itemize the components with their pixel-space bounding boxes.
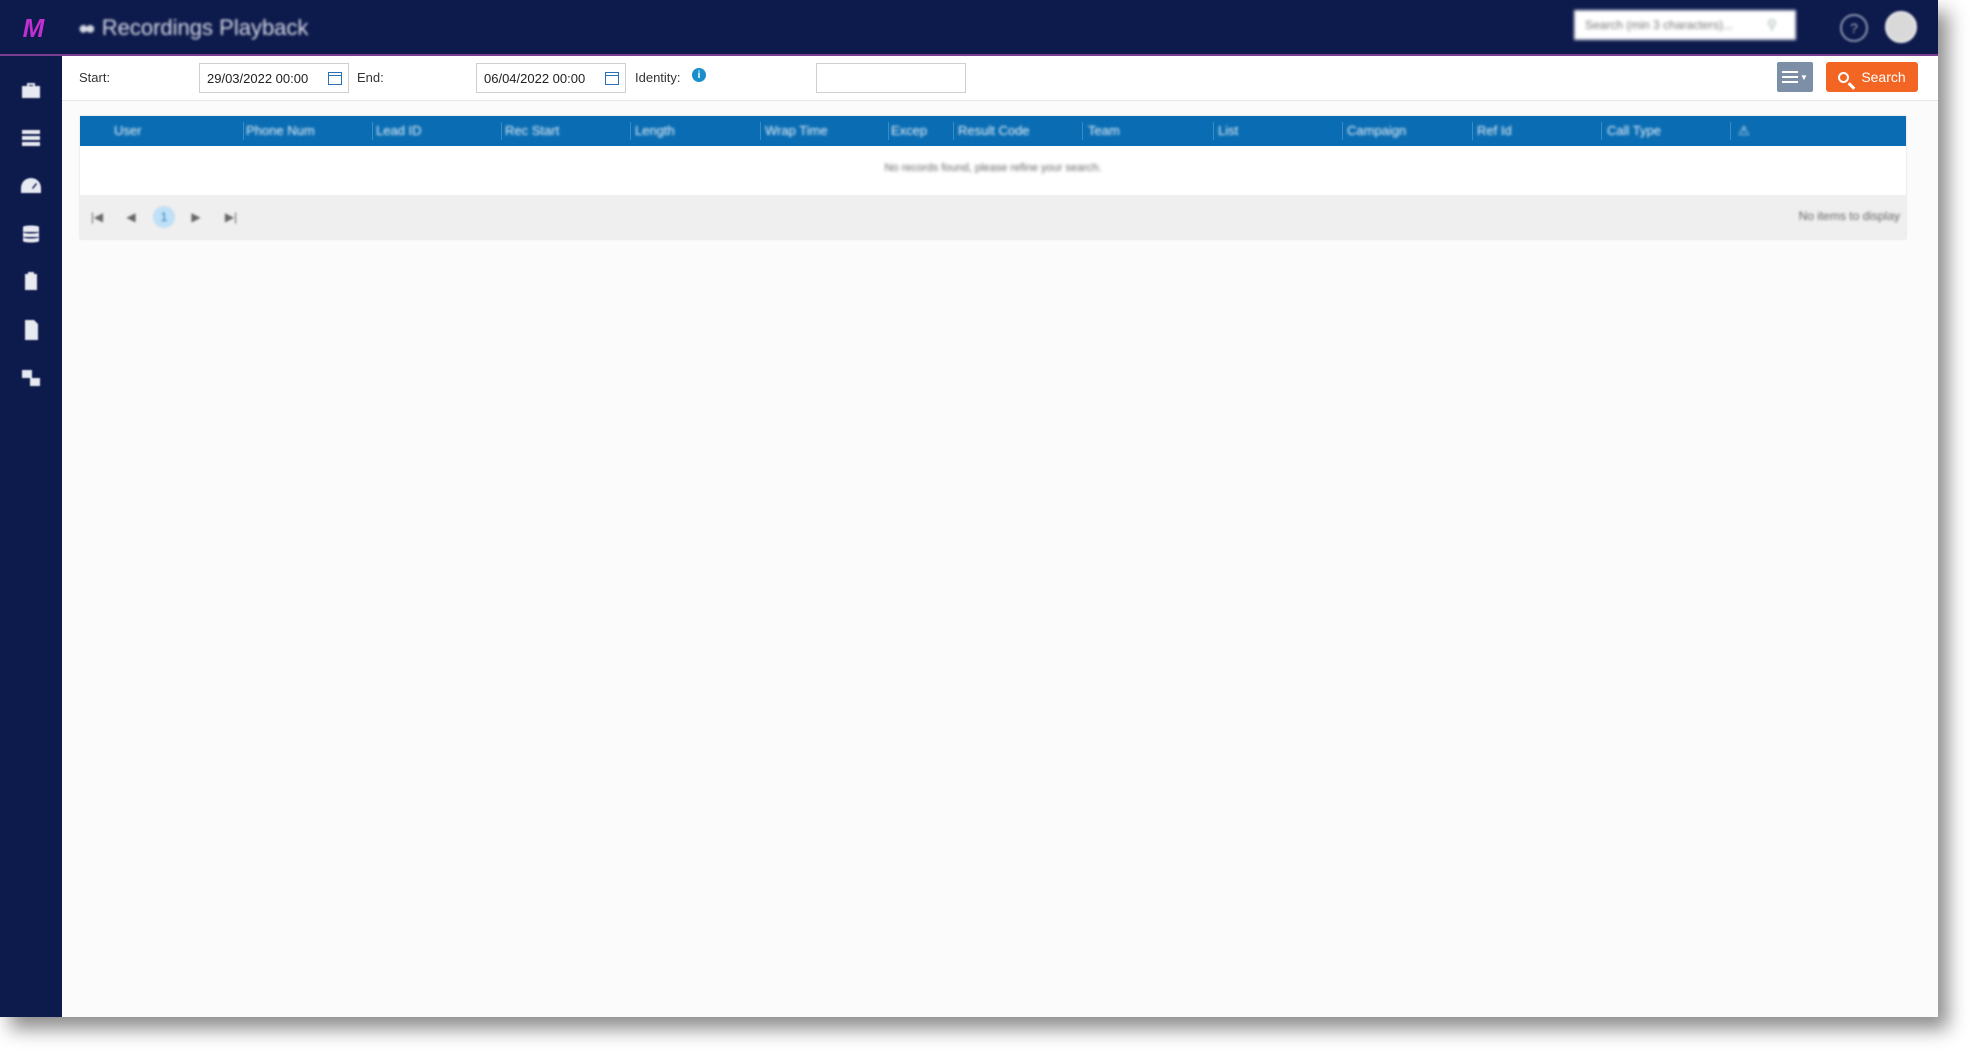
briefcase-icon [22,83,40,98]
sidebar-item-briefcase[interactable] [12,71,50,109]
recordings-grid: User Phone Num Lead ID Rec Start Length … [80,116,1906,239]
page-title-text: Recordings Playback [101,15,309,40]
global-search-input[interactable] [1583,17,1767,33]
next-page-icon[interactable]: ▶ [185,206,207,228]
column-header-lead-id[interactable]: Lead ID [376,116,422,146]
grid-pager: |◀ ◀ 1 ▶ ▶| No items to display [80,195,1906,239]
list-icon [22,130,40,146]
identity-field[interactable] [816,63,969,94]
document-icon [25,320,38,340]
info-icon[interactable]: i [692,68,706,82]
sidebar-item-contacts[interactable] [12,263,50,301]
identity-input[interactable] [817,64,969,94]
end-label: End: [357,70,384,85]
column-header-length[interactable]: Length [635,116,675,146]
column-header-excep[interactable]: Excep [891,116,927,146]
app-logo[interactable]: M [12,13,52,43]
grid-header: User Phone Num Lead ID Rec Start Length … [80,116,1906,146]
last-page-icon[interactable]: ▶| [220,206,242,228]
column-header-wrap-time[interactable]: Wrap Time [765,116,828,146]
search-button[interactable]: Search [1826,62,1918,92]
user-avatar[interactable] [1885,11,1917,43]
top-bar: M ●● Recordings Playback ⚲ ? [0,0,1938,56]
calendar-icon[interactable] [605,71,619,85]
column-header-rec-start[interactable]: Rec Start [505,116,559,146]
sidebar [0,56,62,1017]
end-date-value[interactable]: 06/04/2022 00:00 [477,71,605,86]
sidebar-item-document[interactable] [12,311,50,349]
global-search[interactable]: ⚲ [1574,10,1796,40]
column-header-ref-id[interactable]: Ref Id [1477,116,1512,146]
first-page-icon[interactable]: |◀ [86,206,108,228]
calendar-icon[interactable] [328,71,342,85]
help-icon: ? [1850,20,1858,36]
column-header-list[interactable]: List [1218,116,1238,146]
column-header-call-type[interactable]: Call Type [1607,116,1661,146]
pager-info: No items to display [1798,209,1900,223]
sidebar-item-list[interactable] [12,119,50,157]
start-date-picker[interactable]: 29/03/2022 00:00 [199,63,349,93]
contacts-icon [25,272,37,290]
column-chooser-button[interactable]: ▼ [1777,62,1813,92]
end-date-picker[interactable]: 06/04/2022 00:00 [476,63,626,93]
chevron-down-icon: ▼ [1800,72,1808,82]
warning-icon[interactable]: ⚠ [1738,116,1750,146]
column-header-team[interactable]: Team [1088,116,1120,146]
help-button[interactable]: ? [1840,14,1868,42]
sidebar-item-dashboard[interactable] [12,167,50,205]
columns-icon [1782,71,1799,83]
column-header-user[interactable]: User [114,116,141,146]
sidebar-item-database[interactable] [12,215,50,253]
filter-bar: Start: 29/03/2022 00:00 End: 06/04/2022 … [62,56,1938,101]
start-label: Start: [79,70,111,85]
start-date-value[interactable]: 29/03/2022 00:00 [200,71,328,86]
empty-grid-message: No records found, please refine your sea… [884,162,1102,174]
dashboard-icon [21,178,41,193]
page-number-current[interactable]: 1 [153,206,175,228]
previous-page-icon[interactable]: ◀ [120,206,142,228]
column-header-campaign[interactable]: Campaign [1347,116,1406,146]
search-icon [1838,71,1850,83]
search-button-label: Search [1861,69,1906,85]
sidebar-item-settings[interactable] [12,359,50,397]
database-icon [23,225,39,243]
app-window: M ●● Recordings Playback ⚲ ? [0,0,1938,1017]
page-title: ●● Recordings Playback [78,12,308,44]
recording-icon: ●● [78,17,96,38]
search-icon[interactable]: ⚲ [1767,17,1777,33]
identity-label: Identity: [635,70,681,85]
column-header-result-code[interactable]: Result Code [958,116,1030,146]
column-header-phone-num[interactable]: Phone Num [246,116,315,146]
settings-icon [22,370,40,386]
